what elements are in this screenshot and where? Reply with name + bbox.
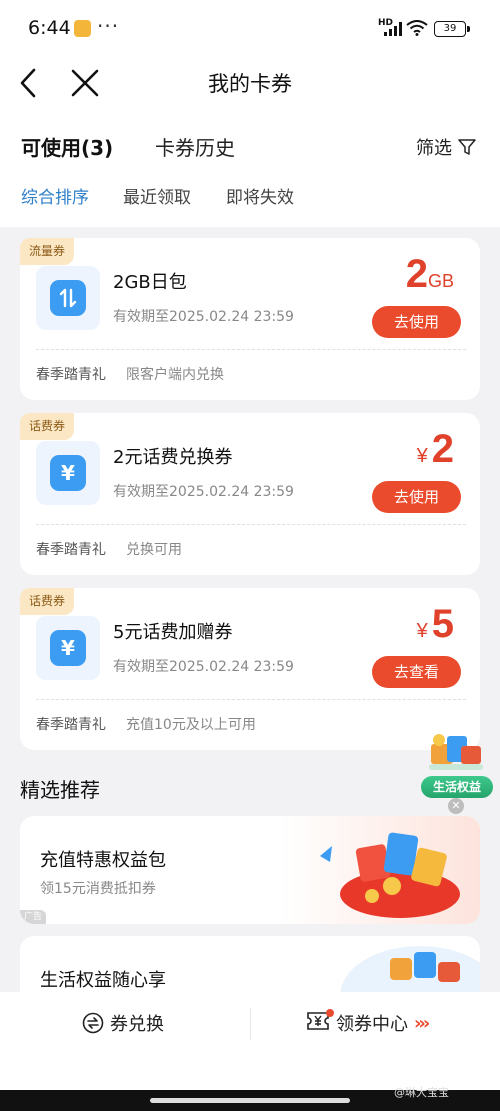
value-prefix: ¥ bbox=[416, 620, 428, 642]
coupon-card[interactable]: 话费券 ¥ 5元话费加赠券 有效期至2025.02.24 23:59 ¥5 去查… bbox=[20, 588, 480, 750]
close-float-icon[interactable]: ✕ bbox=[448, 798, 464, 814]
page-title: 我的卡券 bbox=[208, 72, 292, 96]
gift-box-icon bbox=[429, 734, 483, 770]
coupon-tag: 话费券 bbox=[20, 413, 75, 440]
coupon-value: ¥5 bbox=[417, 602, 454, 647]
coupon-card[interactable]: 流量券 2GB日包 有效期至2025.02.24 23:59 2GB 去使用 春… bbox=[20, 238, 480, 400]
coupon-tabs: 可使用(3) 卡券历史 筛选 综合排序 最近领取 即将失效 bbox=[0, 110, 500, 227]
battery-indicator: 39 bbox=[434, 21, 470, 37]
coupon-card[interactable]: 话费券 ¥ 2元话费兑换券 有效期至2025.02.24 23:59 ¥2 去使… bbox=[20, 413, 480, 575]
value-number: 5 bbox=[431, 602, 454, 646]
float-label: 生活权益 bbox=[421, 776, 493, 798]
coupon-expiry: 有效期至2025.02.24 23:59 bbox=[113, 659, 294, 675]
tab-history[interactable]: 卡券历史 bbox=[155, 132, 235, 161]
home-indicator[interactable] bbox=[150, 1098, 350, 1103]
watermark: @琳大宝宝 bbox=[394, 1086, 449, 1099]
exchange-label: 券兑换 bbox=[110, 1014, 164, 1035]
value-number: 2 bbox=[405, 252, 428, 296]
promo-title: 充值特惠权益包 bbox=[40, 850, 166, 871]
notification-dot bbox=[326, 1008, 334, 1017]
card-divider bbox=[36, 524, 466, 525]
status-bar: 6:44 ··· HD 39 bbox=[0, 0, 500, 58]
coupon-campaign: 春季踏青礼 bbox=[36, 367, 106, 383]
value-number: 2 bbox=[431, 427, 454, 471]
sort-comprehensive[interactable]: 综合排序 bbox=[21, 183, 89, 208]
coupon-condition: 限客户端内兑换 bbox=[126, 367, 224, 383]
bottom-divider bbox=[250, 1008, 251, 1040]
coupon-campaign: 春季踏青礼 bbox=[36, 542, 106, 558]
exchange-icon bbox=[82, 1012, 104, 1034]
bottom-bar: 券兑换 领券中心 ››› bbox=[0, 992, 500, 1090]
nav-bar: 我的卡券 bbox=[0, 58, 500, 110]
sort-recent[interactable]: 最近领取 bbox=[123, 183, 191, 208]
filter-icon bbox=[458, 139, 476, 155]
coupon-value: ¥2 bbox=[417, 427, 454, 472]
yuan-icon: ¥ bbox=[50, 455, 86, 491]
coupon-title: 5元话费加赠券 bbox=[113, 622, 233, 643]
coupon-tag: 话费券 bbox=[20, 588, 75, 615]
data-arrows-icon bbox=[50, 280, 86, 316]
status-time: 6:44 bbox=[28, 17, 71, 39]
red-packet-illustration bbox=[280, 816, 480, 924]
view-button[interactable]: 去查看 bbox=[372, 656, 461, 688]
filter-button[interactable]: 筛选 bbox=[416, 134, 476, 160]
coupon-condition: 兑换可用 bbox=[126, 542, 182, 558]
section-title: 精选推荐 bbox=[20, 778, 100, 802]
coupon-icon-box: ¥ bbox=[36, 441, 100, 505]
exchange-coupon-button[interactable]: 券兑换 bbox=[82, 1010, 164, 1036]
use-button[interactable]: 去使用 bbox=[372, 306, 461, 338]
promo-title: 生活权益随心享 bbox=[40, 970, 166, 991]
coupon-tag: 流量券 bbox=[20, 238, 75, 265]
coupon-expiry: 有效期至2025.02.24 23:59 bbox=[113, 309, 294, 325]
promo-card[interactable]: 充值特惠权益包 领15元消费抵扣券 广告 bbox=[20, 816, 480, 924]
sort-expiring[interactable]: 即将失效 bbox=[226, 183, 294, 208]
coupon-title: 2元话费兑换券 bbox=[113, 447, 233, 468]
coupon-icon-box bbox=[36, 266, 100, 330]
coupon-value: 2GB bbox=[402, 252, 454, 297]
coupon-campaign: 春季踏青礼 bbox=[36, 717, 106, 733]
use-button[interactable]: 去使用 bbox=[372, 481, 461, 513]
coupon-icon-box: ¥ bbox=[36, 616, 100, 680]
coupon-expiry: 有效期至2025.02.24 23:59 bbox=[113, 484, 294, 500]
yuan-icon: ¥ bbox=[50, 630, 86, 666]
coupon-center-label: 领券中心 bbox=[336, 1014, 408, 1035]
filter-label: 筛选 bbox=[416, 138, 452, 159]
tab-available[interactable]: 可使用(3) bbox=[21, 132, 113, 161]
wifi-icon bbox=[406, 20, 428, 36]
card-divider bbox=[36, 699, 466, 700]
notification-app-icon bbox=[74, 20, 91, 37]
life-benefits-float[interactable]: 生活权益 bbox=[417, 724, 495, 798]
coupon-center-button[interactable]: 领券中心 ››› bbox=[306, 1008, 430, 1036]
coupon-title: 2GB日包 bbox=[113, 272, 187, 293]
value-prefix: ¥ bbox=[416, 445, 428, 467]
triple-chevron-icon: ››› bbox=[414, 1012, 430, 1034]
card-divider bbox=[36, 349, 466, 350]
coupon-condition: 充值10元及以上可用 bbox=[126, 717, 256, 733]
signal-icon bbox=[384, 22, 402, 36]
ad-label: 广告 bbox=[20, 910, 47, 924]
promo-subtitle: 领15元消费抵扣券 bbox=[40, 881, 156, 897]
coupon-center-icon-wrap bbox=[306, 1008, 334, 1036]
value-unit: GB bbox=[427, 271, 454, 291]
more-notifications-icon: ··· bbox=[97, 14, 120, 38]
